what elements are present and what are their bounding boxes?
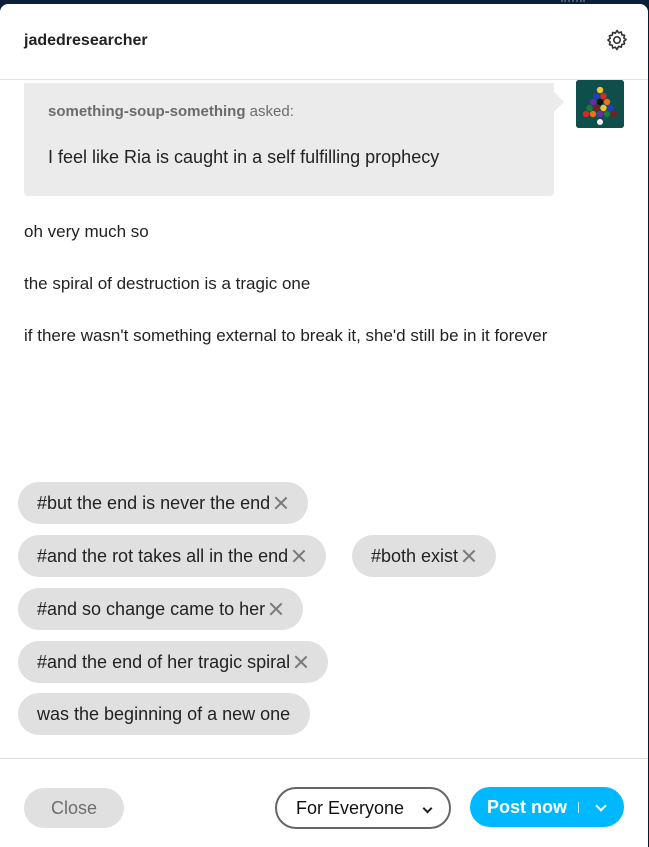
ask-pointer [554, 92, 564, 112]
gear-icon[interactable] [605, 28, 629, 52]
remove-tag-icon[interactable] [292, 549, 306, 563]
asker-avatar[interactable] [576, 80, 624, 128]
close-button[interactable]: Close [24, 788, 124, 828]
blog-name[interactable]: jadedresearcher [24, 32, 148, 50]
ask-question: I feel like Ria is caught in a self fulf… [48, 147, 440, 167]
tag-text[interactable]: #and the end of her tragic spiral [37, 652, 290, 673]
tag-text[interactable]: #both exist [371, 546, 458, 567]
tag-chip[interactable]: #but the end is never the end [18, 482, 309, 524]
asker-line: something-soup-something asked: [48, 103, 294, 120]
asked-label: asked: [249, 103, 294, 120]
chevron-down-icon [422, 803, 433, 814]
tag-chip[interactable]: #and so change came to her [18, 588, 304, 630]
asker-name[interactable]: something-soup-something [48, 103, 246, 120]
remove-tag-icon[interactable] [269, 602, 283, 616]
remove-tag-icon[interactable] [294, 655, 308, 669]
remove-tag-icon[interactable] [462, 549, 476, 563]
audience-dropdown[interactable]: For Everyone [275, 787, 451, 829]
modal-footer: Close For Everyone Post now [0, 758, 648, 847]
answer-paragraph[interactable]: if there wasn't something external to br… [24, 322, 584, 350]
post-options-chevron-icon[interactable] [590, 793, 616, 821]
post-editor-modal: jadedresearcher something-soup-something… [0, 4, 648, 847]
modal-header: jadedresearcher [0, 4, 648, 80]
tag-chip[interactable]: #and the rot takes all in the end [18, 535, 327, 577]
audience-label: For Everyone [296, 797, 405, 818]
remove-tag-icon[interactable] [274, 496, 288, 510]
post-now-button[interactable]: Post now [487, 797, 567, 818]
tag-text[interactable]: #but the end is never the end [37, 493, 270, 514]
ask-box: something-soup-something asked: I feel l… [24, 83, 554, 196]
tag-text[interactable]: #and so change came to her [37, 599, 265, 620]
tag-chip[interactable]: #and the end of her tragic spiral [18, 641, 329, 683]
tag-text[interactable]: was the beginning of a new one [37, 704, 290, 725]
tag-text[interactable]: #and the rot takes all in the end [37, 546, 288, 567]
post-divider [578, 802, 579, 813]
post-button-group: Post now [470, 787, 624, 827]
backdrop-dots [561, 0, 585, 3]
answer-paragraph[interactable]: the spiral of destruction is a tragic on… [24, 270, 584, 298]
tag-chip[interactable]: #both exist [352, 535, 497, 577]
tag-input-pending[interactable]: was the beginning of a new one [18, 693, 311, 735]
answer-paragraph[interactable]: oh very much so [24, 218, 584, 246]
